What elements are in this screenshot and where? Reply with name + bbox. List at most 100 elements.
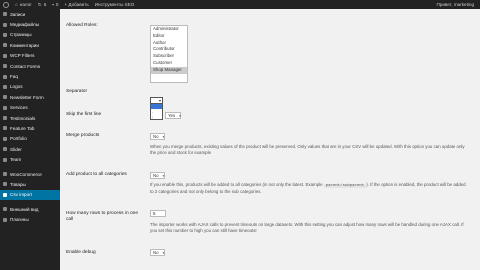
sidebar-item[interactable]: Contact Forms <box>0 61 60 71</box>
admin-bar: ⌂ налог ↻ 5 ▪ 0 + Добавить Инструменты S… <box>0 0 480 9</box>
sidebar-item-label: WooCommerce <box>10 171 42 177</box>
sidebar-item-label: Плагины <box>10 217 29 223</box>
separator-label: Separator <box>66 89 88 94</box>
sidebar-item[interactable]: Комментарии <box>0 40 60 50</box>
chevron-down-icon: ▾ <box>162 173 165 178</box>
sidebar-item[interactable]: Portfolio <box>0 134 60 144</box>
add-to-all-description: If you enable this, products will be add… <box>150 182 466 195</box>
sidebar-item-label: Страницы <box>10 32 32 38</box>
role-option[interactable]: Administrator <box>151 26 187 33</box>
enable-debug-select[interactable]: No ▾ <box>150 249 165 256</box>
sidebar-item[interactable]: Newsletter Form <box>0 92 60 102</box>
role-option[interactable]: Author <box>151 40 187 47</box>
sidebar-item[interactable]: WCP Filters <box>0 51 60 61</box>
separator-option[interactable]: ; <box>151 114 162 119</box>
sidebar-item-label: Feature Tab <box>10 125 35 131</box>
sidebar-item-label: Записи <box>10 11 26 17</box>
sidebar-item-label: Logos <box>10 84 23 90</box>
updates-link[interactable]: ↻ 5 <box>35 2 49 8</box>
woocommerce-icon <box>3 172 7 177</box>
portfolio-icon <box>3 136 7 141</box>
sidebar-item[interactable]: Testimonials <box>0 113 60 123</box>
sidebar-item-label: Медиафайлы <box>10 22 40 28</box>
sidebar-item[interactable]: Faq <box>0 71 60 81</box>
merge-products-label: Merge products <box>66 133 100 138</box>
separator-select-box[interactable]: ▾ <box>150 97 163 104</box>
sidebar-item-label: Newsletter Form <box>10 94 44 100</box>
sidebar-item[interactable]: Товары <box>0 179 60 189</box>
sidebar-item[interactable]: Slider <box>0 144 60 154</box>
skip-first-line-label: Skip the first line <box>66 112 102 117</box>
pin-icon <box>3 12 7 17</box>
rows-per-call-label: How many rows to process in one call <box>66 211 138 222</box>
plugins-icon <box>3 217 7 222</box>
chevron-down-icon: ▾ <box>162 134 165 139</box>
updates-icon: ↻ <box>37 1 42 7</box>
faq-icon <box>3 74 7 79</box>
sidebar-item-label: Services <box>10 105 28 111</box>
sidebar-item[interactable]: Плагины <box>0 214 60 224</box>
site-name-link[interactable]: ⌂ налог <box>12 2 35 7</box>
separator-options: , ; <box>150 104 163 120</box>
example-code: parent/subparent <box>323 184 367 188</box>
feature-icon <box>3 126 7 131</box>
sidebar-item[interactable]: Csv import <box>0 189 60 201</box>
account-greeting[interactable]: Привет, marketing <box>433 2 480 7</box>
enable-debug-label: Enable debug <box>66 250 96 255</box>
sidebar-item-label: Testimonials <box>10 115 36 121</box>
role-option[interactable]: Customer <box>151 60 187 67</box>
sidebar-item[interactable]: Записи <box>0 9 60 19</box>
sidebar-item[interactable]: Services <box>0 103 60 113</box>
add-to-all-select[interactable]: No ▾ <box>150 172 165 179</box>
comments-icon <box>3 43 7 48</box>
wordpress-logo-icon[interactable] <box>3 1 9 8</box>
chevron-down-icon: ▾ <box>158 98 161 103</box>
home-icon: ⌂ <box>15 2 18 7</box>
chevron-down-icon: ▾ <box>162 250 165 255</box>
media-icon <box>3 22 7 27</box>
allowed-roles-label: Allowed Roles: <box>66 23 98 28</box>
mail-icon <box>3 64 7 69</box>
sidebar-item[interactable]: Внешний вид <box>0 204 60 214</box>
appearance-icon <box>3 207 7 212</box>
skip-first-line-select[interactable]: Yes ▾ <box>165 112 181 119</box>
add-new-link[interactable]: + Добавить <box>61 2 91 7</box>
sidebar-item-label: Csv import <box>10 192 32 198</box>
role-option[interactable]: Editor <box>151 33 187 40</box>
sidebar-item[interactable]: Logos <box>0 82 60 92</box>
sidebar-item-label: Товары <box>10 181 26 187</box>
merge-products-select[interactable]: No ▾ <box>150 133 165 140</box>
separator-select[interactable]: ▾ , ; <box>150 97 163 120</box>
sidebar-item-label: Slider <box>10 146 22 152</box>
sidebar-item-label: WCP Filters <box>10 53 35 59</box>
pages-icon <box>3 32 7 37</box>
comment-icon: ▪ <box>52 2 54 7</box>
chevron-down-icon: ▾ <box>179 113 181 118</box>
role-option[interactable]: Shop Manager <box>151 66 187 74</box>
merge-products-description: When you merge products, existing values… <box>150 144 465 156</box>
rows-per-call-description: The importer works with AJAX calls to pr… <box>150 222 464 234</box>
roles-listbox[interactable]: Administrator Editor Author Contributor Subs… <box>150 25 188 83</box>
newsletter-icon <box>3 95 7 100</box>
add-to-all-label: Add product to all categories <box>66 172 127 177</box>
settings-form: Allowed Roles: Administrator Editor Author… <box>60 9 480 270</box>
sidebar-item[interactable]: Медиафайлы <box>0 19 60 29</box>
seo-tools-link[interactable]: Инструменты SEO <box>92 2 138 7</box>
sidebar-item[interactable]: Feature Tab <box>0 123 60 133</box>
comments-link[interactable]: ▪ 0 <box>49 2 61 7</box>
logos-icon <box>3 84 7 89</box>
sidebar-item-label: Комментарии <box>10 42 39 48</box>
sidebar-item-label: Team <box>10 157 22 163</box>
team-icon <box>3 157 7 162</box>
sidebar-item[interactable]: Страницы <box>0 30 60 40</box>
sidebar-item[interactable]: WooCommerce <box>0 169 60 179</box>
sidebar-item-label: Faq <box>10 74 18 80</box>
rows-per-call-input[interactable]: 5 <box>150 210 166 217</box>
testimonials-icon <box>3 116 7 121</box>
role-option[interactable]: Contributor <box>151 46 187 53</box>
products-icon <box>3 182 7 187</box>
sidebar-item-label: Portfolio <box>10 136 27 142</box>
role-option[interactable]: Subscriber <box>151 53 187 60</box>
sidebar-item[interactable]: Team <box>0 154 60 164</box>
slider-icon <box>3 147 7 152</box>
